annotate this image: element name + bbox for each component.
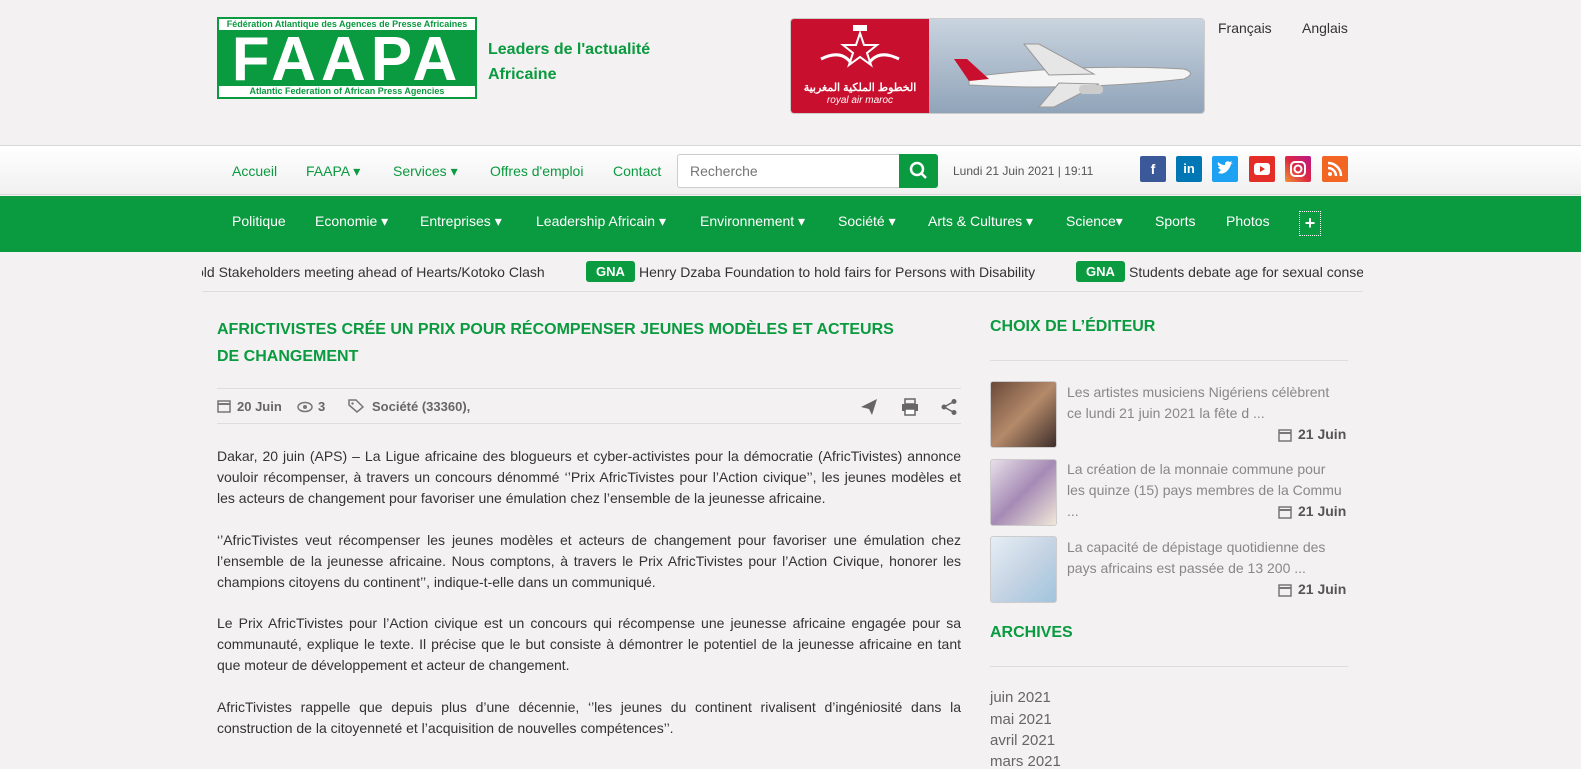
search-icon (909, 161, 927, 179)
language-english-link[interactable]: Anglais (1302, 20, 1348, 36)
twitter-icon[interactable] (1212, 156, 1238, 182)
archive-link[interactable]: mars 2021 (990, 753, 1061, 769)
ad-brand-text: royal air maroc (826, 95, 894, 106)
calendar-icon (1278, 506, 1292, 519)
pick-title-link[interactable]: La capacité de dépistage quotidienne des… (1067, 537, 1347, 579)
nav-faapa-dropdown[interactable]: FAAPA ▾ (306, 163, 360, 180)
editor-choice-heading: CHOIX DE L’ÉDITEUR (990, 318, 1156, 335)
tags-icon (348, 399, 364, 413)
pick-date: 21 Juin (1298, 581, 1347, 597)
ticker-source-badge: GNA (1076, 261, 1125, 282)
ad-arabic-text: الخطوط الملكية المغربية (803, 82, 917, 94)
ad-brand-panel: الخطوط الملكية المغربية royal air maroc (791, 19, 929, 113)
nav-photos[interactable]: Photos (1226, 213, 1270, 229)
nav-politique[interactable]: Politique (232, 213, 286, 229)
royal-air-maroc-banner[interactable]: الخطوط الملكية المغربية royal air maroc (790, 18, 1205, 114)
search-button[interactable] (899, 154, 938, 188)
linkedin-icon[interactable]: in (1176, 156, 1202, 182)
nav-economie-dropdown[interactable]: Economie ▾ (315, 213, 388, 230)
tagline-line-2: Africaine (488, 66, 557, 83)
article-title: AFRICTIVISTES CRÉE UN PRIX POUR RÉCOMPEN… (217, 321, 894, 365)
nav-arts-cultures-dropdown[interactable]: Arts & Cultures ▾ (928, 213, 1033, 230)
nav-services-dropdown[interactable]: Services ▾ (393, 163, 458, 180)
calendar-icon (1278, 584, 1292, 597)
ticker-item-text[interactable]: old Stakeholders meeting ahead of Hearts… (202, 264, 545, 280)
nav-contact[interactable]: Contact (613, 163, 661, 179)
tagline-line-1: Leaders de l'actualité (488, 41, 651, 58)
nav-sports[interactable]: Sports (1155, 213, 1195, 229)
pick-title-link[interactable]: Les artistes musiciens Nigériens célèbre… (1067, 382, 1347, 424)
divider (990, 360, 1348, 361)
nav-environnement-dropdown[interactable]: Environnement ▾ (700, 213, 805, 230)
instagram-icon[interactable] (1285, 156, 1311, 182)
article-paragraph: Dakar, 20 juin (APS) – La Ligue africain… (217, 448, 961, 506)
article-date: 20 Juin (237, 399, 282, 414)
divider (990, 666, 1348, 667)
pick-thumbnail-musicians[interactable] (990, 381, 1057, 448)
article-category-link[interactable]: Société (33360), (372, 399, 470, 414)
nav-accueil[interactable]: Accueil (232, 163, 277, 179)
archive-link[interactable]: mai 2021 (990, 711, 1052, 728)
nav-entreprises-dropdown[interactable]: Entreprises ▾ (420, 213, 502, 230)
site-tagline: Leaders de l'actualité Africaine (488, 37, 688, 87)
nav-leadership-africain-dropdown[interactable]: Leadership Africain ▾ (536, 213, 666, 230)
language-french-link[interactable]: Français (1218, 20, 1272, 36)
calendar-icon (217, 400, 231, 413)
more-categories-button[interactable]: + (1299, 211, 1321, 236)
print-icon[interactable] (901, 398, 919, 416)
ticker-item-text[interactable]: Henry Dzaba Foundation to hold fairs for… (639, 264, 1035, 280)
ticker-source-badge: GNA (586, 261, 635, 282)
article-paragraph: Le Prix AfricTivistes pour l’Action civi… (217, 615, 961, 673)
pick-thumbnail-testing[interactable] (990, 536, 1057, 603)
nav-science-dropdown[interactable]: Science▾ (1066, 213, 1123, 230)
current-date: Lundi 21 Juin 2021 | 19:11 (953, 164, 1094, 178)
search-input[interactable] (677, 154, 900, 188)
nav-offres-emploi[interactable]: Offres d'emploi (490, 163, 583, 179)
royal-air-maroc-emblem-icon (820, 25, 900, 68)
ad-airplane-image (929, 19, 1204, 113)
news-ticker: old Stakeholders meeting ahead of Hearts… (202, 256, 1363, 292)
article-views: 3 (318, 399, 326, 414)
ticker-item-text[interactable]: Students debate age for sexual conse (1129, 264, 1363, 280)
rss-icon[interactable] (1322, 156, 1348, 182)
pick-thumbnail-currency[interactable] (990, 459, 1057, 526)
archive-link[interactable]: avril 2021 (990, 732, 1055, 749)
pick-date: 21 Juin (1298, 503, 1347, 519)
calendar-icon (1278, 429, 1292, 442)
archives-heading: ARCHIVES (990, 624, 1073, 641)
share-icon[interactable] (940, 398, 958, 416)
archive-link[interactable]: juin 2021 (990, 689, 1051, 706)
facebook-icon[interactable]: f (1140, 156, 1166, 182)
airplane-icon (954, 43, 1191, 108)
logo-bottom-text: Atlantic Federation of African Press Age… (219, 86, 475, 97)
article-meta-bar: 20 Juin 3 Société (33360), (217, 388, 961, 424)
pick-date: 21 Juin (1298, 426, 1347, 442)
nav-societe-dropdown[interactable]: Société ▾ (838, 213, 896, 230)
youtube-icon[interactable] (1249, 156, 1275, 182)
logo-main-text: FAAPA (231, 25, 463, 94)
article-paragraph: ‘’AfricTivistes veut récompenser les jeu… (217, 532, 961, 590)
eye-icon (297, 401, 313, 413)
send-icon[interactable] (860, 398, 878, 416)
faapa-logo[interactable]: Fédération Atlantique des Agences de Pre… (217, 17, 477, 99)
article-paragraph: AfricTivistes rappelle que depuis plus d… (217, 699, 961, 736)
